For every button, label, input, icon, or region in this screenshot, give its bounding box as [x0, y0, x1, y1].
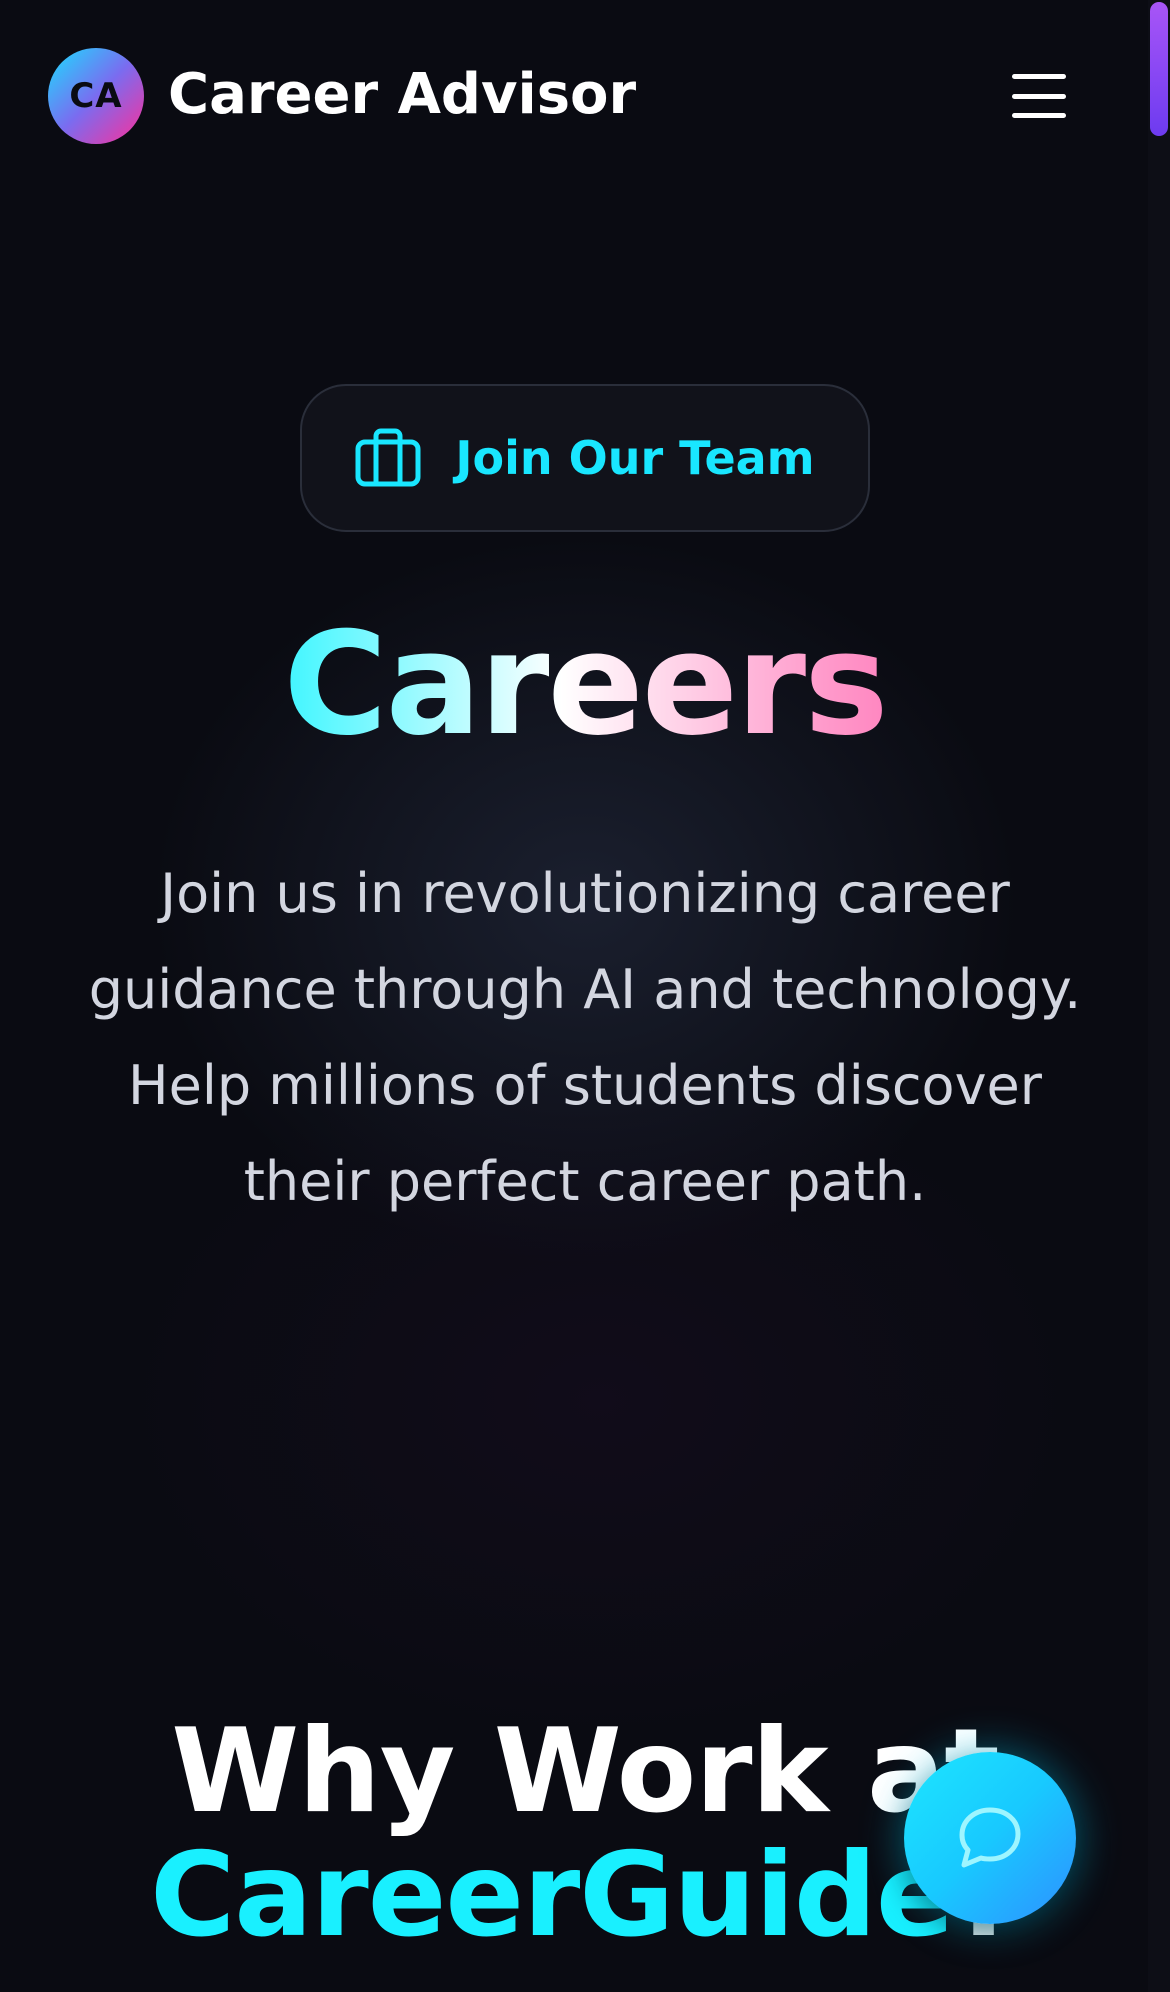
- hamburger-menu-icon-line: [1012, 93, 1066, 99]
- scrollbar-thumb[interactable]: [1150, 2, 1168, 136]
- logo-badge[interactable]: CA: [48, 48, 144, 144]
- company-name-accent: CareerGuide: [150, 1828, 954, 1963]
- brand-name[interactable]: Career Advisor: [168, 62, 636, 127]
- scrollbar-track[interactable]: [1148, 0, 1170, 1992]
- join-our-team-badge[interactable]: Join Our Team: [300, 384, 870, 532]
- page: CA Career Advisor Join Our Team Careers …: [0, 0, 1170, 1992]
- hamburger-menu-icon: [1012, 74, 1066, 79]
- briefcase-icon: [355, 428, 421, 487]
- page-title: Careers: [0, 610, 1170, 759]
- chat-bubble-icon: [959, 1807, 1021, 1868]
- logo-text: CA: [69, 76, 123, 116]
- hero-description: Join us in revolutionizing career guidan…: [88, 862, 1082, 1213]
- hamburger-menu-button[interactable]: [1004, 70, 1074, 122]
- chat-button[interactable]: [904, 1752, 1076, 1924]
- hamburger-menu-icon-line: [1012, 113, 1066, 118]
- top-nav: CA Career Advisor: [0, 0, 1148, 190]
- join-our-team-label: Join Our Team: [455, 431, 815, 485]
